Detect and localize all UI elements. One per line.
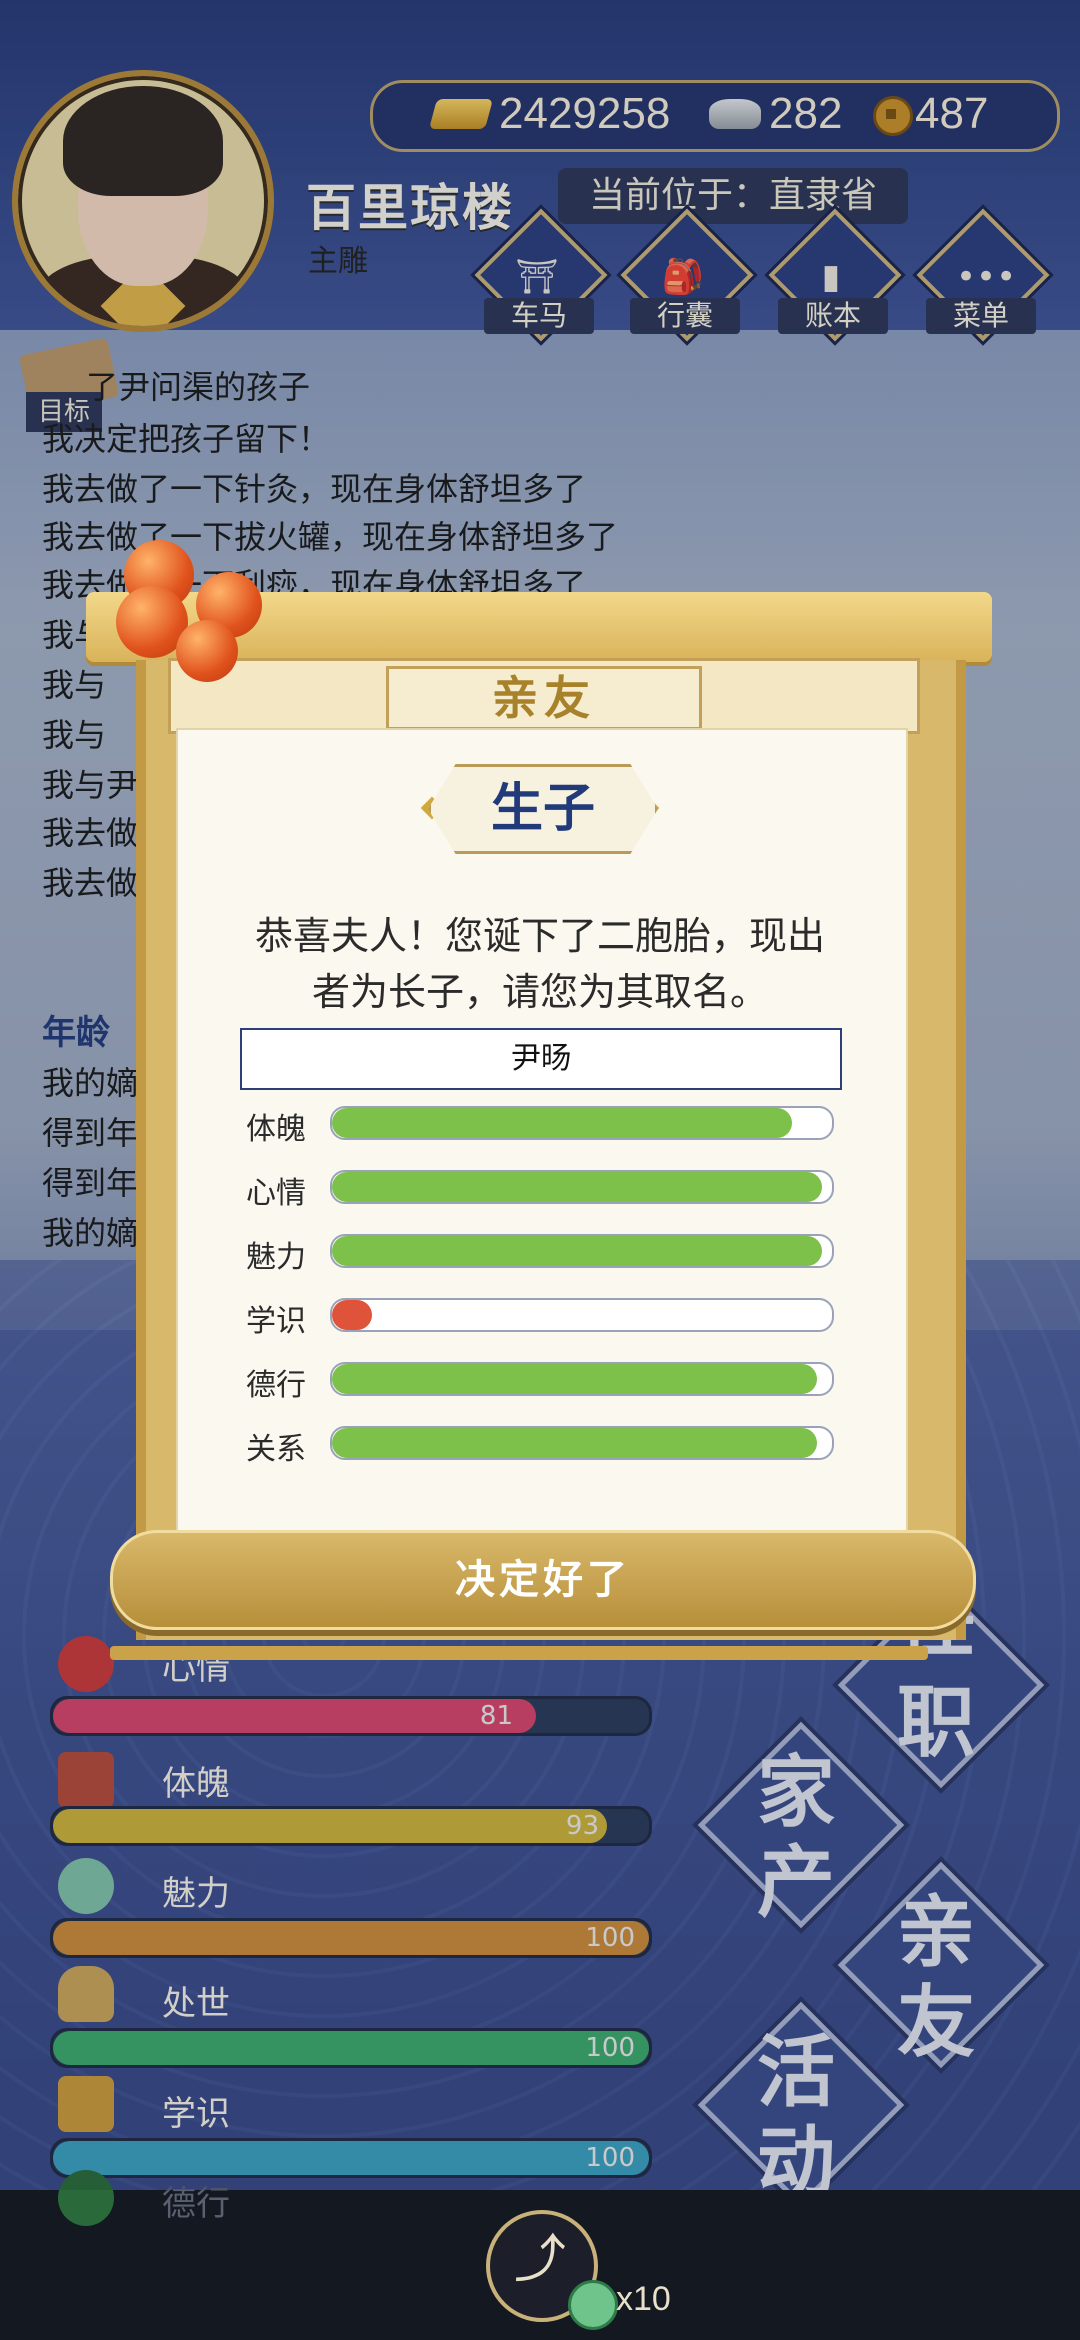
reward-count: x10	[616, 2280, 671, 2318]
attr-bar	[330, 1106, 834, 1140]
attr-label: 心情	[246, 1176, 306, 1211]
attr-fill	[332, 1108, 792, 1138]
attr-fill	[332, 1300, 372, 1330]
confirm-button[interactable]: 决定好了	[110, 1530, 976, 1630]
attr-bar	[330, 1426, 834, 1460]
message-line: 恭喜夫人！您诞下了二胞胎，现出	[254, 914, 825, 958]
attr-bar	[330, 1362, 834, 1396]
event-message: 恭喜夫人！您诞下了二胞胎，现出 者为长子，请您为其取名。	[196, 908, 884, 1020]
attr-fill	[332, 1364, 817, 1394]
attr-label: 关系	[246, 1432, 306, 1467]
message-line: 者为长子，请您为其取名。	[311, 970, 768, 1014]
attr-label: 体魄	[246, 1112, 306, 1147]
attr-label: 德行	[246, 1368, 306, 1403]
fruit-decoration	[176, 620, 238, 682]
child-name-input[interactable]: 尹旸	[240, 1028, 842, 1090]
event-subtitle: 生子	[428, 764, 658, 854]
attr-bar	[330, 1234, 834, 1268]
scroll-bottom-rail	[110, 1646, 928, 1660]
attr-bar	[330, 1298, 834, 1332]
modal-title: 亲友	[386, 666, 702, 730]
share-icon: ⤴	[513, 2230, 566, 2290]
attr-fill	[332, 1428, 817, 1458]
jade-coin-icon	[568, 2280, 618, 2330]
attr-fill	[332, 1236, 822, 1266]
attr-fill	[332, 1172, 822, 1202]
attr-label: 魅力	[246, 1240, 306, 1275]
attr-label: 学识	[246, 1304, 306, 1339]
attr-bar	[330, 1170, 834, 1204]
